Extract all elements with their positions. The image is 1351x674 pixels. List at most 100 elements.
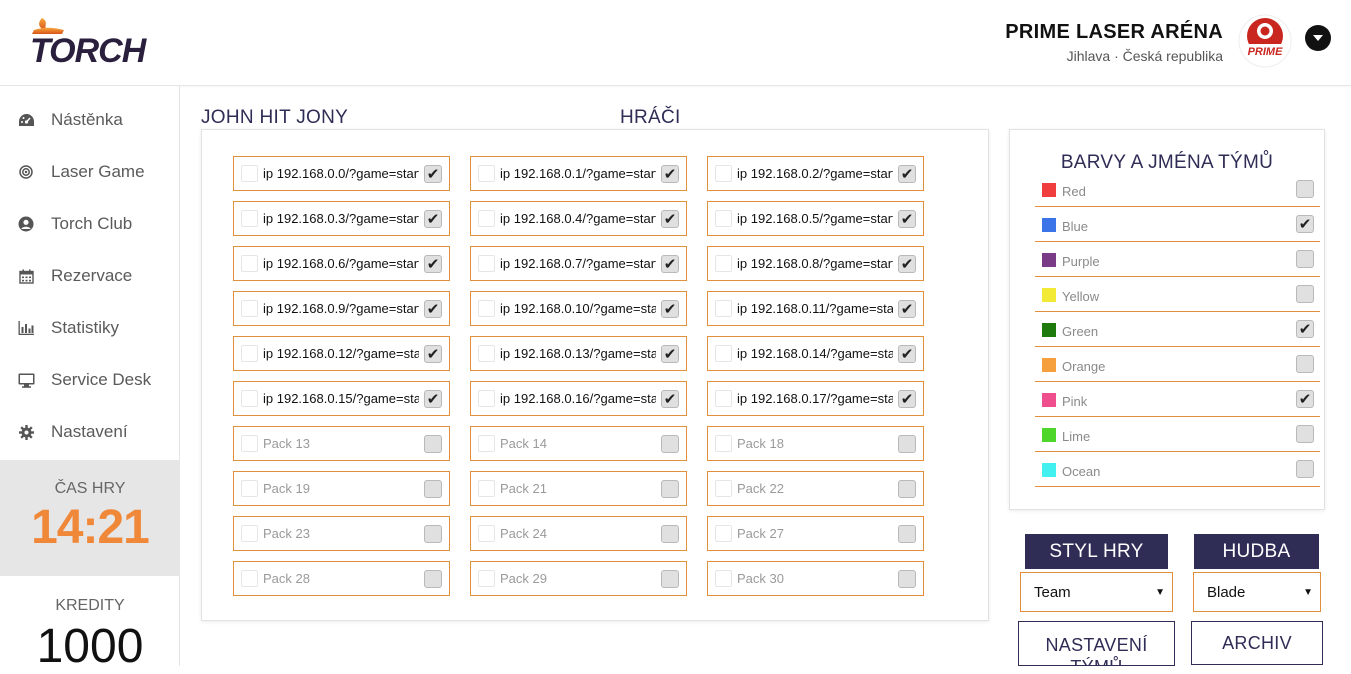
- pack-select-checkbox[interactable]: [715, 300, 732, 317]
- pack-cell[interactable]: ip 192.168.0.11/?game=start ✔: [707, 291, 924, 326]
- pack-cell[interactable]: ip 192.168.0.7/?game=start ✔: [470, 246, 687, 281]
- team-row[interactable]: Blue ✔: [1035, 207, 1320, 242]
- team-row[interactable]: Pink ✔: [1035, 382, 1320, 417]
- pack-cell[interactable]: ip 192.168.0.10/?game=start ✔: [470, 291, 687, 326]
- pack-enabled-checkbox[interactable]: ✔: [898, 255, 916, 273]
- pack-select-checkbox[interactable]: [478, 390, 495, 407]
- pack-select-checkbox[interactable]: [241, 165, 258, 182]
- team-enabled-checkbox[interactable]: [1296, 425, 1314, 443]
- team-enabled-checkbox[interactable]: ✔: [1296, 390, 1314, 408]
- pack-enabled-checkbox[interactable]: ✔: [424, 255, 442, 273]
- pack-cell[interactable]: ip 192.168.0.16/?game=start ✔: [470, 381, 687, 416]
- pack-enabled-checkbox[interactable]: ✔: [898, 210, 916, 228]
- pack-select-checkbox[interactable]: [478, 525, 495, 542]
- sidebar-item-nastenka[interactable]: Nástěnka: [0, 94, 180, 146]
- pack-cell[interactable]: Pack 22: [707, 471, 924, 506]
- pack-cell[interactable]: Pack 29: [470, 561, 687, 596]
- pack-enabled-checkbox[interactable]: [424, 570, 442, 588]
- pack-select-checkbox[interactable]: [478, 255, 495, 272]
- pack-enabled-checkbox[interactable]: [424, 480, 442, 498]
- pack-enabled-checkbox[interactable]: ✔: [424, 165, 442, 183]
- pack-cell[interactable]: ip 192.168.0.4/?game=start ✔: [470, 201, 687, 236]
- music-select[interactable]: Blade ▼: [1193, 572, 1321, 612]
- pack-enabled-checkbox[interactable]: [661, 480, 679, 498]
- pack-cell[interactable]: ip 192.168.0.0/?game=start ✔: [233, 156, 450, 191]
- sidebar-item-service-desk[interactable]: Service Desk: [0, 354, 180, 406]
- pack-enabled-checkbox[interactable]: [661, 570, 679, 588]
- game-style-select[interactable]: Team ▼: [1020, 572, 1173, 612]
- team-enabled-checkbox[interactable]: ✔: [1296, 215, 1314, 233]
- team-row[interactable]: Red: [1035, 172, 1320, 207]
- team-enabled-checkbox[interactable]: [1296, 355, 1314, 373]
- pack-cell[interactable]: ip 192.168.0.14/?game=start ✔: [707, 336, 924, 371]
- pack-enabled-checkbox[interactable]: ✔: [661, 165, 679, 183]
- pack-cell[interactable]: ip 192.168.0.17/?game=start ✔: [707, 381, 924, 416]
- sidebar-item-statistiky[interactable]: Statistiky: [0, 302, 180, 354]
- team-row[interactable]: Lime: [1035, 417, 1320, 452]
- pack-enabled-checkbox[interactable]: ✔: [898, 300, 916, 318]
- team-row[interactable]: Yellow: [1035, 277, 1320, 312]
- pack-enabled-checkbox[interactable]: ✔: [898, 345, 916, 363]
- sidebar-item-rezervace[interactable]: Rezervace: [0, 250, 180, 302]
- pack-cell[interactable]: ip 192.168.0.15/?game=start ✔: [233, 381, 450, 416]
- pack-cell[interactable]: Pack 27: [707, 516, 924, 551]
- pack-select-checkbox[interactable]: [715, 570, 732, 587]
- pack-cell[interactable]: Pack 24: [470, 516, 687, 551]
- pack-enabled-checkbox[interactable]: ✔: [661, 390, 679, 408]
- pack-cell[interactable]: Pack 21: [470, 471, 687, 506]
- pack-cell[interactable]: ip 192.168.0.2/?game=start ✔: [707, 156, 924, 191]
- team-enabled-checkbox[interactable]: [1296, 460, 1314, 478]
- team-row[interactable]: Orange: [1035, 347, 1320, 382]
- pack-cell[interactable]: Pack 18: [707, 426, 924, 461]
- pack-select-checkbox[interactable]: [241, 300, 258, 317]
- pack-cell[interactable]: ip 192.168.0.3/?game=start ✔: [233, 201, 450, 236]
- pack-enabled-checkbox[interactable]: ✔: [424, 300, 442, 318]
- team-enabled-checkbox[interactable]: ✔: [1296, 320, 1314, 338]
- pack-cell[interactable]: Pack 13: [233, 426, 450, 461]
- team-settings-button[interactable]: NASTAVENÍ TÝMŮ: [1018, 621, 1175, 666]
- sidebar-item-laser-game[interactable]: Laser Game: [0, 146, 180, 198]
- pack-select-checkbox[interactable]: [478, 570, 495, 587]
- pack-enabled-checkbox[interactable]: [424, 435, 442, 453]
- pack-select-checkbox[interactable]: [478, 345, 495, 362]
- pack-enabled-checkbox[interactable]: ✔: [661, 255, 679, 273]
- pack-cell[interactable]: Pack 14: [470, 426, 687, 461]
- torch-logo[interactable]: TORCH: [28, 14, 163, 70]
- pack-select-checkbox[interactable]: [241, 210, 258, 227]
- pack-enabled-checkbox[interactable]: [424, 525, 442, 543]
- sidebar-item-nastaveni[interactable]: Nastavení: [0, 406, 180, 458]
- pack-select-checkbox[interactable]: [241, 345, 258, 362]
- pack-select-checkbox[interactable]: [241, 480, 258, 497]
- pack-enabled-checkbox[interactable]: [898, 570, 916, 588]
- pack-enabled-checkbox[interactable]: ✔: [424, 210, 442, 228]
- pack-select-checkbox[interactable]: [715, 345, 732, 362]
- pack-cell[interactable]: ip 192.168.0.13/?game=start ✔: [470, 336, 687, 371]
- pack-cell[interactable]: ip 192.168.0.6/?game=start ✔: [233, 246, 450, 281]
- pack-enabled-checkbox[interactable]: [898, 435, 916, 453]
- pack-select-checkbox[interactable]: [715, 525, 732, 542]
- pack-cell[interactable]: ip 192.168.0.9/?game=start ✔: [233, 291, 450, 326]
- pack-enabled-checkbox[interactable]: [661, 435, 679, 453]
- pack-select-checkbox[interactable]: [478, 480, 495, 497]
- account-menu-toggle[interactable]: [1305, 25, 1331, 51]
- pack-enabled-checkbox[interactable]: ✔: [424, 345, 442, 363]
- team-row[interactable]: Green ✔: [1035, 312, 1320, 347]
- arena-logo[interactable]: PRIME: [1238, 14, 1292, 68]
- pack-select-checkbox[interactable]: [478, 435, 495, 452]
- pack-select-checkbox[interactable]: [478, 300, 495, 317]
- pack-select-checkbox[interactable]: [715, 165, 732, 182]
- pack-enabled-checkbox[interactable]: ✔: [661, 210, 679, 228]
- pack-cell[interactable]: ip 192.168.0.8/?game=start ✔: [707, 246, 924, 281]
- team-enabled-checkbox[interactable]: [1296, 285, 1314, 303]
- pack-enabled-checkbox[interactable]: ✔: [898, 165, 916, 183]
- pack-select-checkbox[interactable]: [715, 210, 732, 227]
- team-enabled-checkbox[interactable]: [1296, 250, 1314, 268]
- pack-select-checkbox[interactable]: [241, 435, 258, 452]
- pack-enabled-checkbox[interactable]: [898, 480, 916, 498]
- pack-select-checkbox[interactable]: [715, 390, 732, 407]
- pack-select-checkbox[interactable]: [241, 390, 258, 407]
- pack-select-checkbox[interactable]: [715, 255, 732, 272]
- pack-enabled-checkbox[interactable]: ✔: [661, 300, 679, 318]
- pack-enabled-checkbox[interactable]: ✔: [898, 390, 916, 408]
- pack-select-checkbox[interactable]: [478, 165, 495, 182]
